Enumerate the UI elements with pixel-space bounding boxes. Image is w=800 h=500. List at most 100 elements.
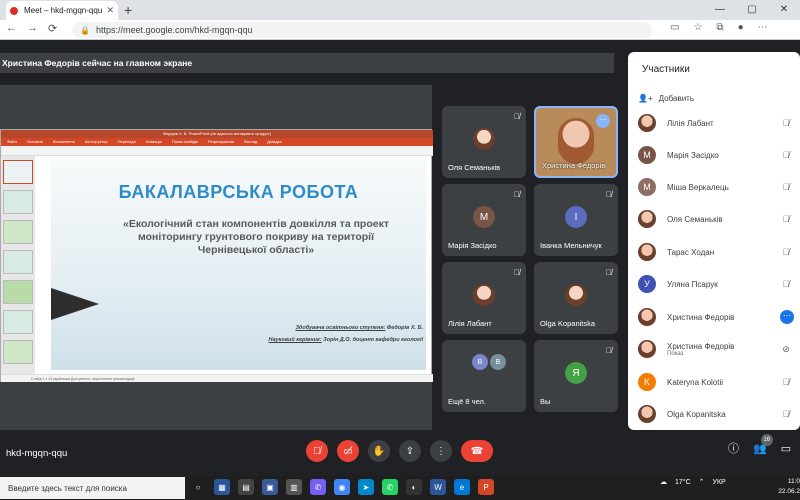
app-icon[interactable]: ▥ [286, 479, 302, 495]
mic-toggle-button[interactable]: 🎙̸ [306, 440, 328, 462]
explorer-icon[interactable]: ▤ [238, 479, 254, 495]
maximize-button[interactable]: ▢ [736, 0, 768, 20]
mic-off-icon[interactable]: 🎙̸ [778, 150, 794, 160]
store-icon[interactable]: ▣ [262, 479, 278, 495]
app-icon[interactable]: ◐ [406, 479, 422, 495]
participant-tile[interactable]: 🎙̸ М Марія Засідко [442, 184, 526, 256]
more-options-icon[interactable]: ⋯ [780, 310, 794, 324]
participant-tile[interactable]: 🎙̸ Olga Kopanitska [534, 262, 618, 334]
participant-row[interactable]: М Марія Засідко 🎙̸ [638, 143, 794, 167]
slide-thumbnail [3, 280, 33, 304]
presenting-banner: Христина Федорів сейчас на главном экран… [0, 53, 614, 73]
avatar [638, 243, 656, 261]
ribbon-tab: Переходи [117, 139, 136, 144]
close-tab-icon[interactable]: ✕ [106, 5, 114, 16]
end-call-button[interactable]: ☎ [461, 440, 493, 462]
forward-icon[interactable]: → [27, 22, 38, 35]
mic-off-icon: 🎙̸ [606, 346, 612, 355]
ribbon-tab: Файл [7, 139, 17, 144]
participant-row[interactable]: Olga Kopanitska 🎙̸ [638, 402, 794, 426]
slide-canvas: БАКАЛАВРСЬКА РОБОТА «Екологічний стан ко… [51, 160, 426, 370]
participant-name-presenting: Христина Федорів Показ [667, 342, 778, 357]
mic-off-icon[interactable]: 🎙̸ [778, 409, 794, 419]
avatar [638, 308, 656, 326]
participant-tile[interactable]: 🎙̸ Лілія Лабант [442, 262, 526, 334]
tile-name: Olga Kopanitska [540, 319, 596, 328]
mic-off-icon[interactable]: 🎙̸ [778, 279, 794, 289]
word-icon[interactable]: W [430, 479, 446, 495]
telegram-icon[interactable]: ➤ [358, 479, 374, 495]
ppt-title-bar: Федорів Х. Б. PowerPoint (не вдалося акт… [1, 130, 433, 138]
mic-off-icon[interactable]: 🎙̸ [778, 214, 794, 224]
meeting-code: hkd-mgqn-qqu [6, 448, 68, 459]
camera-toggle-button[interactable]: ▭̸ [337, 440, 359, 462]
chrome-icon[interactable]: ◉ [334, 479, 350, 495]
tile-name: Оля Семанькiв [448, 163, 501, 172]
avatar: Я [565, 362, 587, 384]
present-button[interactable]: ⇪ [399, 440, 421, 462]
viber-icon[interactable]: ✆ [310, 479, 326, 495]
clock-date: 22.06.2 [778, 488, 800, 495]
participant-row[interactable]: K Kateryna Kolotii 🎙̸ [638, 370, 794, 394]
participant-row[interactable]: Оля Семаньків 🎙̸ [638, 207, 794, 231]
self-tile[interactable]: 🎙̸ Я Вы [534, 340, 618, 412]
url-field[interactable]: 🔒 https://meet.google.com/hkd-mgqn-qqu [72, 22, 652, 38]
participant-tile[interactable]: 🎙̸ Оля Семанькiв [442, 106, 526, 178]
more-participants-tile[interactable]: В В Ещё 8 чел. [442, 340, 526, 412]
app-icon[interactable]: ▦ [214, 479, 230, 495]
participant-row[interactable]: У Уляна Псарук 🎙̸ [638, 272, 794, 296]
powerpoint-icon[interactable]: P [478, 479, 494, 495]
slide-arrow-shape [51, 288, 99, 320]
slide-thumbnails [1, 156, 35, 374]
temperature: 17°C [675, 478, 691, 486]
add-label: Добавить [658, 94, 694, 103]
participant-tile-video[interactable]: ⋯ Христина Федорів [534, 106, 618, 178]
taskbar-apps: ○ ▦ ▤ ▣ ▥ ✆ ◉ ➤ ✆ ◐ W e P [190, 479, 494, 495]
add-people-button[interactable]: 👤+ Добавить [638, 94, 694, 103]
browser-tab[interactable]: Meet – hkd-mgqn-qqu ✕ [6, 1, 118, 20]
task-view-icon[interactable]: ○ [190, 479, 206, 495]
menu-icon[interactable]: ⋯ [758, 22, 768, 33]
nav-buttons: ← → ⟳ [6, 22, 57, 35]
raise-hand-button[interactable]: ✋ [368, 440, 390, 462]
profile-icon[interactable]: ● [738, 22, 744, 33]
participant-row[interactable]: Тарас Ходан 🎙̸ [638, 240, 794, 264]
avatar: М [638, 146, 656, 164]
reload-icon[interactable]: ⟳ [48, 22, 57, 35]
participant-name: Марія Засідко [667, 150, 719, 160]
language-indicator[interactable]: УКР [713, 479, 726, 486]
mic-off-icon[interactable]: 🎙̸ [778, 182, 794, 192]
star-icon[interactable]: ☆ [693, 22, 702, 33]
participant-row[interactable]: Христина Федорів ⋯ [638, 305, 794, 329]
chat-icon[interactable]: ▭ [781, 442, 791, 455]
info-icon[interactable]: ⓘ [728, 440, 739, 456]
participant-row[interactable]: М Міша Веркалець 🎙̸ [638, 175, 794, 199]
avatar [473, 128, 495, 150]
recording-icon [10, 6, 18, 15]
participant-row[interactable]: Христина Федорів Показ ⊘ [638, 337, 794, 361]
ppt-status-bar: Слайд 1 з 14 українська Доступність: пер… [1, 374, 433, 382]
clock[interactable]: 11:0 22.06.2 [770, 477, 800, 497]
weather-icon[interactable]: ☁ [660, 478, 667, 486]
panel-title: Участники [642, 64, 690, 75]
participant-tile[interactable]: 🎙̸ I Іванка Мельничук [534, 184, 618, 256]
more-options-button[interactable]: ⋮ [430, 440, 452, 462]
taskbar-search[interactable]: Введите здесь текст для поиска [0, 477, 185, 499]
camera-icon[interactable]: ▭ [670, 22, 679, 33]
new-tab-button[interactable]: + [124, 2, 132, 18]
whatsapp-icon[interactable]: ✆ [382, 479, 398, 495]
more-options-icon[interactable]: ⋯ [596, 114, 610, 128]
screen-share-icon[interactable]: ⊘ [778, 344, 794, 355]
edge-icon[interactable]: e [454, 479, 470, 495]
back-icon[interactable]: ← [6, 22, 17, 35]
mic-off-icon[interactable]: 🎙̸ [778, 118, 794, 128]
network-icon[interactable]: ⌃ [699, 478, 705, 486]
participant-row[interactable]: Лілія Лабант 🎙̸ [638, 111, 794, 135]
mic-off-icon[interactable]: 🎙̸ [778, 247, 794, 257]
minimize-button[interactable]: — [704, 0, 736, 20]
mic-off-icon: 🎙̸ [514, 112, 520, 121]
mic-off-icon[interactable]: 🎙̸ [778, 377, 794, 387]
close-window-button[interactable]: ✕ [768, 0, 800, 20]
people-button[interactable]: 👥 16 [753, 433, 773, 455]
collections-icon[interactable]: ⧉ [716, 22, 723, 33]
